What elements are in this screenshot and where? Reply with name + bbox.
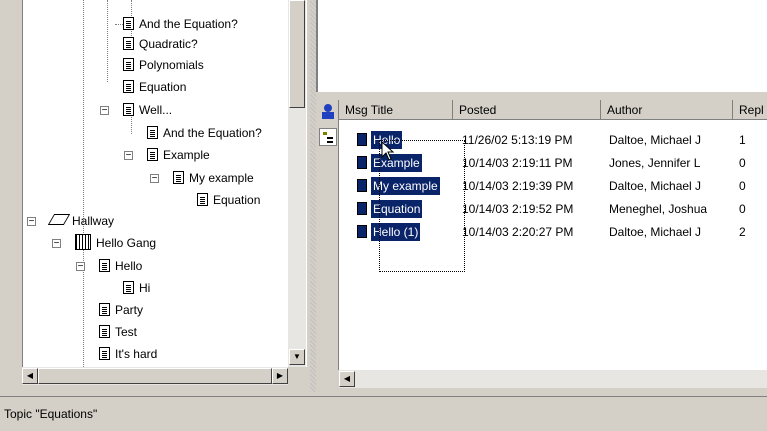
tree-pane: And the Equation? Quadratic? Polynomials…: [0, 0, 310, 392]
collapse-toggle[interactable]: −: [76, 262, 85, 272]
scroll-left-button[interactable]: ◀: [339, 371, 355, 387]
column-header-posted[interactable]: Posted: [453, 100, 601, 120]
document-icon: [123, 37, 134, 50]
replies-cell: 2: [739, 225, 746, 239]
replies-cell: 1: [739, 133, 746, 147]
tree-node-forum[interactable]: − Hallway: [27, 211, 115, 231]
tree-node[interactable]: − Example: [124, 145, 210, 165]
tree-node-label: Well...: [139, 103, 173, 117]
column-header-author[interactable]: Author: [601, 100, 733, 120]
status-bar: Topic "Equations": [0, 396, 767, 431]
tree-node-label: Example: [163, 148, 210, 162]
tree-node[interactable]: Quadratic?: [123, 34, 198, 54]
tree-node-label: It's hard: [115, 347, 158, 361]
collapse-toggle[interactable]: −: [27, 217, 36, 227]
document-icon: [99, 325, 110, 338]
forum-icon: [47, 214, 71, 225]
tree-node-label: And the Equation?: [163, 126, 262, 140]
author-cell: Daltoe, Michael J: [609, 225, 702, 239]
posted-cell: 10/14/03 2:19:11 PM: [462, 156, 573, 170]
collapse-toggle[interactable]: −: [100, 106, 109, 116]
message-tree[interactable]: And the Equation? Quadratic? Polynomials…: [22, 0, 307, 367]
grid-horizontal-scrollbar[interactable]: ◀: [339, 370, 767, 388]
author-cell: Daltoe, Michael J: [609, 179, 702, 193]
tree-node[interactable]: And the Equation?: [115, 14, 238, 34]
replies-cell: 0: [739, 156, 746, 170]
document-icon: [123, 80, 134, 93]
scroll-thumb[interactable]: [289, 0, 305, 108]
tree-guide: [83, 0, 84, 367]
document-icon: [123, 281, 134, 294]
tree-node-label: Hallway: [72, 214, 115, 228]
tree-node[interactable]: It's hard: [99, 344, 157, 364]
document-icon: [147, 126, 158, 139]
tree-node[interactable]: Hi: [123, 278, 150, 298]
tree-node[interactable]: Polynomials: [123, 55, 204, 75]
document-icon: [123, 17, 134, 30]
tree-node-label: Party: [115, 303, 144, 317]
tree-node[interactable]: Party: [99, 300, 143, 320]
document-icon: [357, 225, 367, 238]
document-icon: [357, 179, 367, 192]
tree-node-label: Hi: [139, 281, 151, 295]
status-text: Topic "Equations": [4, 407, 98, 421]
tree-node[interactable]: Equation: [123, 77, 186, 97]
document-icon: [99, 347, 110, 360]
tree-node-label: Hello Gang: [96, 236, 157, 250]
scroll-thumb[interactable]: [38, 368, 272, 384]
document-icon: [357, 202, 367, 215]
scroll-left-button[interactable]: ◀: [22, 368, 38, 384]
column-header-replies[interactable]: Repl: [733, 100, 767, 120]
author-cell: Meneghel, Joshua: [609, 202, 708, 216]
scroll-down-button[interactable]: ▼: [289, 349, 305, 365]
tree-node[interactable]: And the Equation?: [147, 123, 262, 143]
document-icon: [357, 156, 367, 169]
tree-vertical-scrollbar[interactable]: ▼: [288, 0, 306, 367]
tree-node[interactable]: − Well...: [100, 100, 173, 120]
tree-guide: [107, 0, 108, 82]
tree-node[interactable]: − Hello: [76, 256, 143, 276]
document-icon: [123, 103, 134, 116]
tree-node-label: Test: [115, 325, 138, 339]
document-icon: [173, 171, 184, 184]
document-icon: [357, 133, 367, 146]
tree-view-icon[interactable]: [319, 128, 337, 146]
message-grid[interactable]: Msg Title Posted Author Repl Hello 11/26…: [338, 100, 767, 388]
document-icon: [99, 303, 110, 316]
tree-node[interactable]: − My example: [150, 168, 254, 188]
topic-icon: [75, 234, 91, 250]
tree-node-label: Hello: [115, 259, 143, 273]
posted-cell: 10/14/03 2:19:39 PM: [462, 179, 574, 193]
document-icon: [123, 58, 134, 71]
column-header-msg-title[interactable]: Msg Title: [339, 100, 453, 120]
posted-cell: 11/26/02 5:13:19 PM: [462, 133, 573, 147]
tree-node-label: And the Equation?: [139, 17, 238, 31]
author-cell: Jones, Jennifer L: [609, 156, 701, 170]
collapse-toggle[interactable]: −: [150, 174, 159, 184]
posted-cell: 10/14/03 2:19:52 PM: [462, 202, 574, 216]
tree-node-label: Quadratic?: [139, 37, 198, 51]
tree-node-topic[interactable]: − Hello Gang: [52, 233, 157, 253]
posted-cell: 10/14/03 2:20:27 PM: [462, 225, 574, 239]
tree-node[interactable]: Equation: [197, 190, 260, 210]
tree-node-label: Equation: [213, 193, 261, 207]
scroll-right-button[interactable]: ▶: [272, 368, 288, 384]
document-icon: [99, 259, 110, 272]
collapse-toggle[interactable]: −: [52, 239, 61, 249]
tree-node[interactable]: Test: [99, 322, 137, 342]
document-icon: [197, 193, 208, 206]
grid-toolbar: [319, 100, 338, 390]
mouse-cursor-icon: [381, 141, 395, 161]
tree-node-label: My example: [189, 171, 254, 185]
replies-cell: 0: [739, 179, 746, 193]
author-cell: Daltoe, Michael J: [609, 133, 702, 147]
tree-node-label: Polynomials: [139, 58, 204, 72]
user-upload-icon[interactable]: [320, 104, 336, 120]
message-preview-pane: [316, 0, 767, 92]
tree-node-label: Equation: [139, 80, 187, 94]
document-icon: [147, 148, 158, 161]
replies-cell: 0: [739, 202, 746, 216]
collapse-toggle[interactable]: −: [124, 151, 133, 161]
tree-horizontal-scrollbar[interactable]: ◀ ▶: [22, 367, 288, 385]
